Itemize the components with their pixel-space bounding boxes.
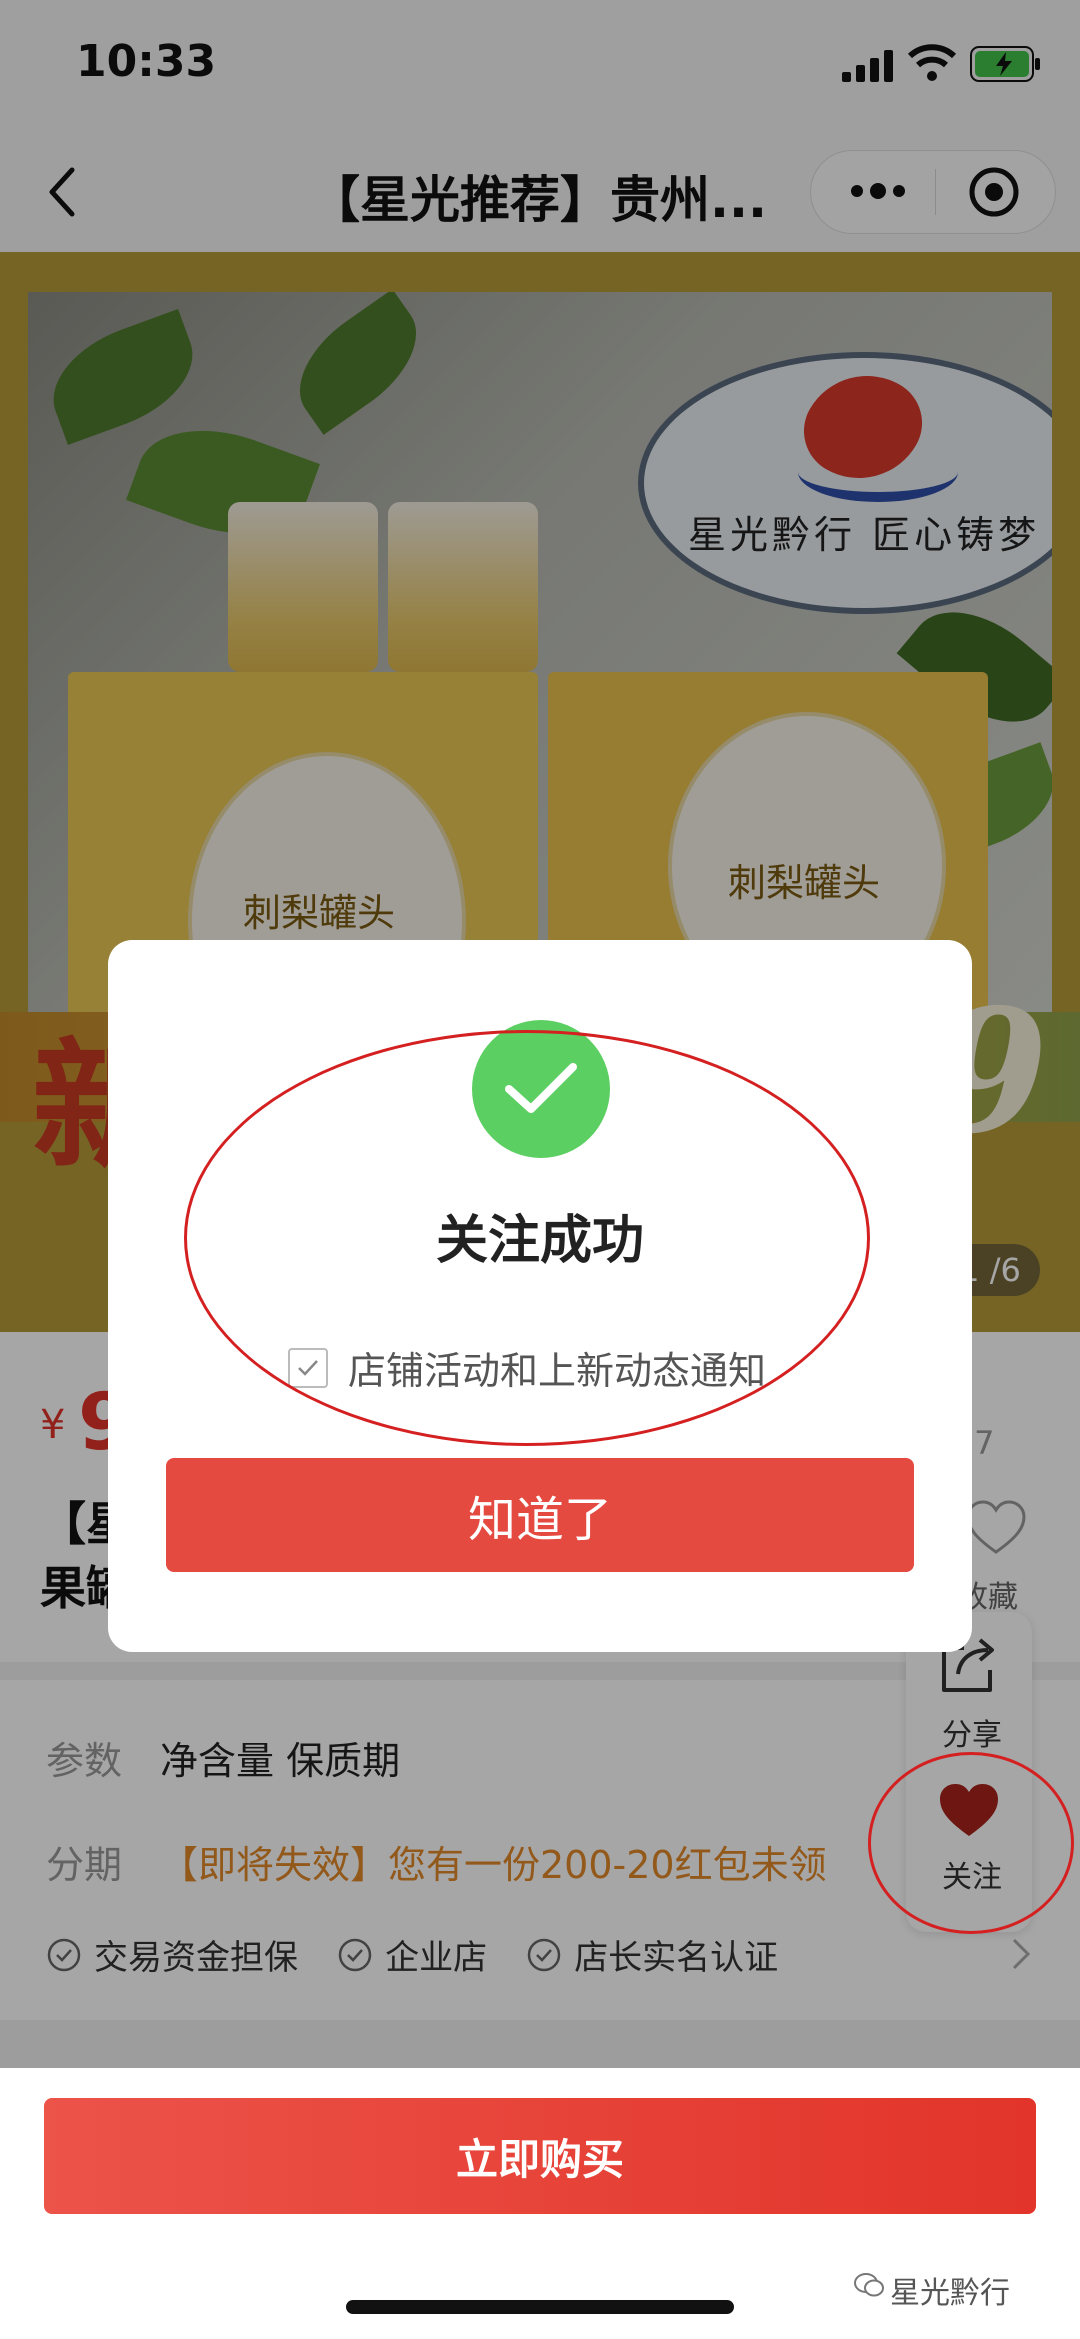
annotation-ring-dialog bbox=[184, 1030, 870, 1446]
watermark: 星光黔行 bbox=[890, 2276, 1010, 2311]
annotation-ring-follow bbox=[868, 1752, 1074, 1934]
buy-now-button[interactable]: 立即购买 bbox=[44, 2098, 1036, 2214]
got-it-button[interactable]: 知道了 bbox=[166, 1458, 914, 1572]
home-indicator bbox=[346, 2300, 734, 2314]
bottom-action-bar: 立即购买 星光黔行 bbox=[0, 2068, 1080, 2339]
wechat-icon bbox=[854, 2273, 884, 2297]
